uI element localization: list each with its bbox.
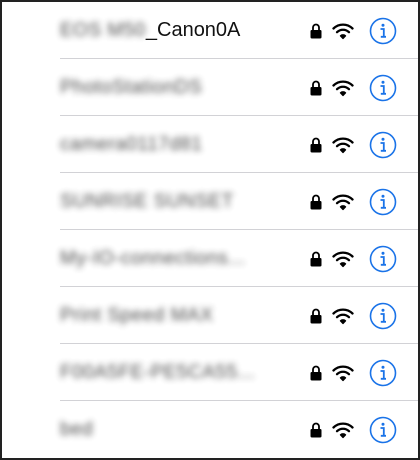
wifi-icon xyxy=(332,365,354,381)
network-row[interactable]: bed xyxy=(2,401,418,458)
network-name-obscured: SUNRISE SUNSET xyxy=(60,190,234,212)
wifi-icon xyxy=(332,23,354,39)
lock-icon xyxy=(310,137,322,152)
network-name-suffix: _Canon0A xyxy=(145,19,241,41)
network-name: SUNRISE SUNSET xyxy=(60,190,234,214)
network-name: My-IO-connections... xyxy=(60,247,245,271)
lock-icon xyxy=(310,251,322,266)
network-row[interactable]: Print Speed MAX xyxy=(2,287,418,344)
network-name: bed xyxy=(60,418,93,442)
wifi-icon xyxy=(332,308,354,324)
wifi-icon xyxy=(332,422,354,438)
info-button[interactable] xyxy=(369,416,397,444)
wifi-icon xyxy=(332,251,354,267)
network-row[interactable]: F00A5FE-PE5CA55... xyxy=(2,344,418,401)
lock-icon xyxy=(310,308,322,323)
network-name-obscured: F00A5FE-PE5CA55... xyxy=(60,361,255,383)
network-row[interactable]: My-IO-connections... xyxy=(2,230,418,287)
network-name-obscured: PhotoStationDS xyxy=(60,76,203,98)
info-button[interactable] xyxy=(369,17,397,45)
network-row[interactable]: EOS M50 _Canon0A xyxy=(2,2,418,59)
network-name: F00A5FE-PE5CA55... xyxy=(60,361,255,385)
wifi-icon xyxy=(332,137,354,153)
network-name: EOS M50 _Canon0A xyxy=(60,19,240,43)
info-button[interactable] xyxy=(369,188,397,216)
wifi-network-list-panel: EOS M50 _Canon0A PhotoStationDS camera01… xyxy=(0,0,420,460)
network-name: PhotoStationDS xyxy=(60,76,202,100)
network-name: Print Speed MAX xyxy=(60,304,213,328)
network-name-obscured: My-IO-connections... xyxy=(60,247,246,269)
info-button[interactable] xyxy=(369,245,397,273)
network-name-obscured: camera0117d81 xyxy=(60,133,203,155)
lock-icon xyxy=(310,365,322,380)
lock-icon xyxy=(310,80,322,95)
network-row[interactable]: SUNRISE SUNSET xyxy=(2,173,418,230)
info-button[interactable] xyxy=(369,74,397,102)
network-name-obscured: bed xyxy=(60,418,94,440)
wifi-icon xyxy=(332,194,354,210)
network-list: EOS M50 _Canon0A PhotoStationDS camera01… xyxy=(2,2,418,458)
network-name: camera0117d81 xyxy=(60,133,202,157)
network-name-obscured: EOS M50 xyxy=(60,19,146,41)
info-button[interactable] xyxy=(369,302,397,330)
lock-icon xyxy=(310,194,322,209)
lock-icon xyxy=(310,23,322,38)
wifi-icon xyxy=(332,80,354,96)
network-row[interactable]: camera0117d81 xyxy=(2,116,418,173)
info-button[interactable] xyxy=(369,359,397,387)
network-name-obscured: Print Speed MAX xyxy=(60,304,214,326)
lock-icon xyxy=(310,422,322,437)
network-row[interactable]: PhotoStationDS xyxy=(2,59,418,116)
info-button[interactable] xyxy=(369,131,397,159)
